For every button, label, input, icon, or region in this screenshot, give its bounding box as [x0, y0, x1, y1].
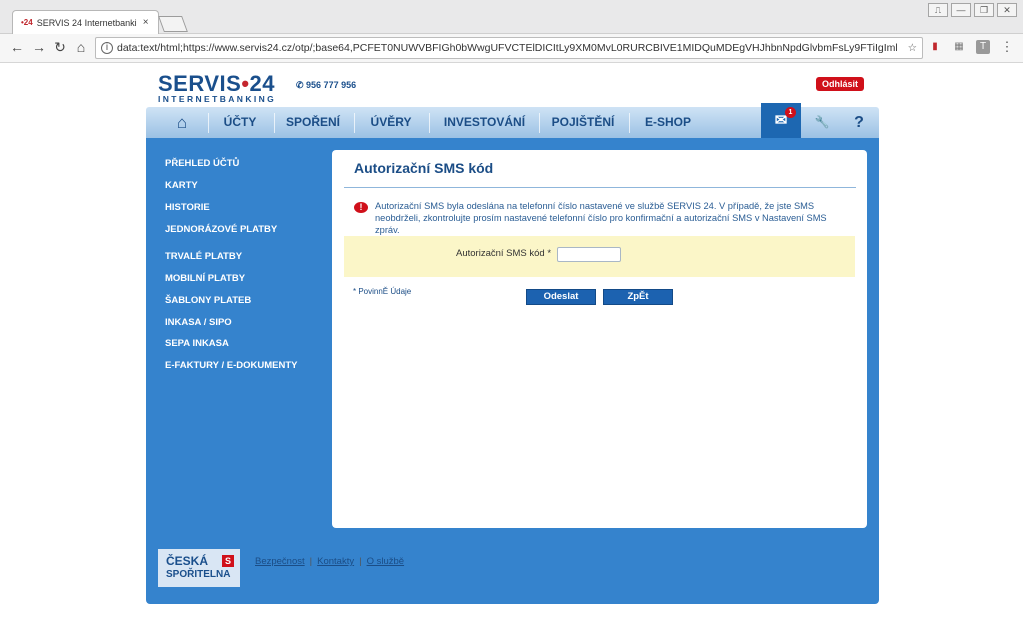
sms-code-label: Autorizační SMS kód *: [456, 248, 552, 259]
minimize-icon[interactable]: —: [951, 3, 971, 17]
new-tab-button[interactable]: [158, 16, 188, 32]
content-panel: Autorizační SMS kód ! Autorizační SMS by…: [332, 150, 867, 528]
footer-link-kontakty[interactable]: Kontakty: [317, 556, 354, 567]
menu-home-icon[interactable]: ⌂: [162, 107, 202, 138]
sidebar-item-mobilni-platby[interactable]: MOBILNÍ PLATBY: [165, 273, 245, 284]
menu-divider: [429, 113, 430, 133]
extension-icon-1[interactable]: ▮: [928, 40, 942, 54]
extension-icon-2[interactable]: ▦: [952, 40, 966, 54]
sidebar-item-inkasa-sipo[interactable]: INKASA / SIPO: [165, 317, 232, 328]
browser-tabstrip: •24 SERVIS 24 Internetbanking × ⎍ — ❐ ✕: [0, 0, 1023, 34]
sidebar-item-e-faktury[interactable]: E-FAKTURY / E-DOKUMENTY: [165, 360, 297, 371]
alert-message: Autorizační SMS byla odeslána na telefon…: [375, 201, 827, 235]
logo-line-1: ČESKÁ: [166, 554, 209, 568]
ceska-sporitelna-logo[interactable]: ČESKÁ SPOŘITELNA S: [158, 549, 240, 587]
menu-divider: [539, 113, 540, 133]
unread-badge: 1: [785, 107, 796, 118]
reload-icon[interactable]: ↻: [51, 39, 69, 56]
menu-item-uvery[interactable]: ÚVĚRY: [358, 107, 424, 138]
menu-divider: [274, 113, 275, 133]
page: SERVIS•24 INTERNETBANKING ✆ 956 777 956 …: [0, 63, 1023, 629]
maximize-icon[interactable]: ❐: [974, 3, 994, 17]
close-window-icon[interactable]: ✕: [997, 3, 1017, 17]
menu-item-sporeni[interactable]: SPOŘENÍ: [278, 107, 348, 138]
sms-code-form: Autorizační SMS kód *: [344, 236, 855, 277]
window-controls: ⎍ — ❐ ✕: [928, 3, 1017, 17]
menu-divider: [354, 113, 355, 133]
menu-item-ucty[interactable]: ÚČTY: [212, 107, 268, 138]
menu-divider: [208, 113, 209, 133]
main-panel: PŘEHLED ÚČTŮ KARTY HISTORIE JEDNORÁZOVÉ …: [146, 138, 879, 604]
sidebar-item-sepa-inkasa[interactable]: SEPA INKASA: [165, 338, 229, 349]
sporitelna-mark-icon: S: [222, 555, 234, 567]
submit-button[interactable]: Odeslat: [526, 289, 596, 305]
tab-title: SERVIS 24 Internetbanking: [36, 17, 137, 28]
sidebar-item-prehled-uctu[interactable]: PŘEHLED ÚČTŮ: [165, 158, 239, 169]
brand-dot: •: [241, 71, 250, 96]
browser-toolbar: ← → ↻ ⌂ i data:text/html;https://www.ser…: [0, 34, 1023, 63]
menu-divider: [629, 113, 630, 133]
sidebar-item-karty[interactable]: KARTY: [165, 180, 198, 191]
footer-links: Bezpečnost | Kontakty | O službě: [255, 556, 404, 567]
back-icon[interactable]: ←: [8, 39, 26, 55]
brand-subtitle: INTERNETBANKING: [158, 94, 277, 104]
tab-favicon-icon: •24: [21, 18, 33, 27]
help-icon[interactable]: ?: [846, 107, 872, 138]
brand-number: 24: [249, 71, 275, 96]
sms-code-input[interactable]: [557, 247, 621, 262]
url-text[interactable]: data:text/html;https://www.servis24.cz/o…: [117, 42, 897, 54]
servis24-logo[interactable]: SERVIS•24 INTERNETBANKING: [158, 71, 276, 104]
main-menu: ⌂ ÚČTY SPOŘENÍ ÚVĚRY INVESTOVÁNÍ POJIŠTĚ…: [146, 103, 879, 138]
info-icon[interactable]: i: [101, 42, 113, 54]
forward-icon[interactable]: →: [30, 39, 48, 55]
browser-tab[interactable]: •24 SERVIS 24 Internetbanking ×: [12, 10, 159, 34]
home-icon[interactable]: ⌂: [72, 39, 90, 55]
profile-icon[interactable]: ⎍: [928, 3, 948, 17]
menu-item-investovani[interactable]: INVESTOVÁNÍ: [433, 107, 536, 138]
alert-icon: !: [354, 202, 368, 213]
menu-item-pojisteni[interactable]: POJIŠTĚNÍ: [543, 107, 623, 138]
logout-button[interactable]: Odhlásit: [816, 77, 865, 91]
address-bar[interactable]: i data:text/html;https://www.servis24.cz…: [95, 37, 923, 59]
brand-text: SERVIS: [158, 71, 242, 96]
tab-close-icon[interactable]: ×: [143, 17, 149, 28]
sidebar-item-sablony-plateb[interactable]: ŠABLONY PLATEB: [165, 295, 251, 306]
title-divider: [344, 187, 856, 188]
browser-menu-icon[interactable]: ⋮: [1000, 40, 1014, 54]
messages-button[interactable]: ✉ 1: [761, 103, 801, 138]
tools-icon[interactable]: 🔧: [809, 107, 835, 138]
phone-number: ✆ 956 777 956: [296, 80, 357, 90]
back-button[interactable]: ZpĚt: [603, 289, 673, 305]
footer-separator: |: [359, 556, 362, 567]
sidebar-item-trvale-platby[interactable]: TRVALÉ PLATBY: [165, 251, 242, 262]
footer-separator: |: [309, 556, 313, 567]
extension-icon-3[interactable]: T: [976, 40, 990, 54]
sidebar-item-jednorazove-platby[interactable]: JEDNORÁZOVÉ PLATBY: [165, 224, 277, 235]
footer-link-o-sluzbe[interactable]: O službě: [367, 556, 405, 567]
menu-item-eshop[interactable]: E-SHOP: [633, 107, 703, 138]
sidebar-item-historie[interactable]: HISTORIE: [165, 202, 210, 213]
bookmark-star-icon[interactable]: ☆: [908, 42, 917, 54]
footer-link-bezpecnost[interactable]: Bezpečnost: [255, 556, 305, 567]
page-title: Autorizační SMS kód: [354, 160, 494, 176]
required-fields-note: * PovinnĚ Údaje: [353, 287, 412, 296]
logo-line-2: SPOŘITELNA: [166, 569, 231, 580]
